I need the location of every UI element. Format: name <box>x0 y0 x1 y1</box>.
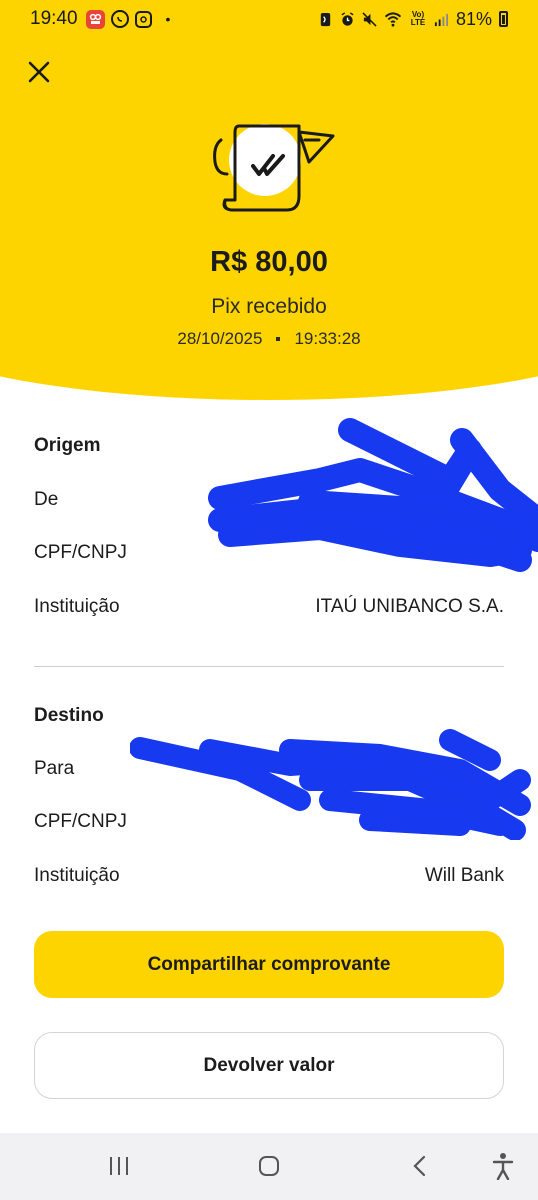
section-divider <box>34 666 504 667</box>
origin-title: Origem <box>34 435 101 456</box>
transaction-datetime: 28/10/2025 19:33:28 <box>0 329 538 349</box>
battery-percent: 81% <box>455 8 492 29</box>
status-time: 19:40 <box>30 8 78 29</box>
notification-dot: • <box>165 11 171 27</box>
close-icon <box>28 61 50 83</box>
redaction-scribble-origin <box>208 418 538 572</box>
close-button[interactable] <box>22 55 56 89</box>
back-button[interactable] <box>400 1148 440 1184</box>
datetime-separator <box>276 337 281 341</box>
volte-label: Vo) LTE <box>410 10 426 27</box>
battery-icon <box>499 11 508 27</box>
destination-cpf-label: CPF/CNPJ <box>34 811 127 832</box>
transaction-status: Pix recebido <box>211 295 327 318</box>
app-notification-icon <box>85 9 105 29</box>
destination-institution-value: Will Bank <box>424 865 504 886</box>
home-button[interactable] <box>249 1148 289 1184</box>
instagram-icon <box>134 10 152 28</box>
accessibility-icon <box>492 1153 514 1180</box>
status-bar: 19:40 • Vo) LTE 81% <box>0 0 538 38</box>
redaction-scribble-destination <box>130 729 531 840</box>
destination-title: Destino <box>34 705 104 726</box>
home-icon <box>259 1156 279 1176</box>
back-icon <box>413 1155 426 1177</box>
wifi-icon <box>384 11 402 27</box>
status-icons: Vo) LTE 81% <box>318 9 508 30</box>
nfc-icon <box>320 12 331 26</box>
transaction-time: 19:33:28 <box>294 329 361 348</box>
origin-cpf-label: CPF/CNPJ <box>34 542 127 563</box>
whatsapp-icon <box>110 10 129 28</box>
destination-institution-label: Instituição <box>34 865 120 886</box>
mute-icon <box>362 11 377 27</box>
destination-to-label: Para <box>34 758 75 779</box>
recents-button[interactable] <box>99 1148 139 1184</box>
transaction-date: 28/10/2025 <box>177 329 263 348</box>
origin-institution-label: Instituição <box>34 596 120 617</box>
recents-icon <box>110 1157 128 1175</box>
receipt-check-icon <box>213 124 335 212</box>
signal-icon <box>434 13 449 26</box>
origin-from-label: De <box>34 489 59 510</box>
share-receipt-button[interactable]: Compartilhar comprovante <box>34 931 504 998</box>
transaction-amount: R$ 80,00 <box>210 246 328 278</box>
alarm-icon <box>341 11 354 26</box>
origin-institution-value: ITAÚ UNIBANCO S.A. <box>315 596 504 617</box>
accessibility-button[interactable] <box>483 1148 523 1184</box>
pix-receipt-screen: 19:40 • Vo) LTE 81% R$ 80,00 Pix recebid… <box>0 0 538 1200</box>
return-amount-button[interactable]: Devolver valor <box>34 1032 504 1099</box>
